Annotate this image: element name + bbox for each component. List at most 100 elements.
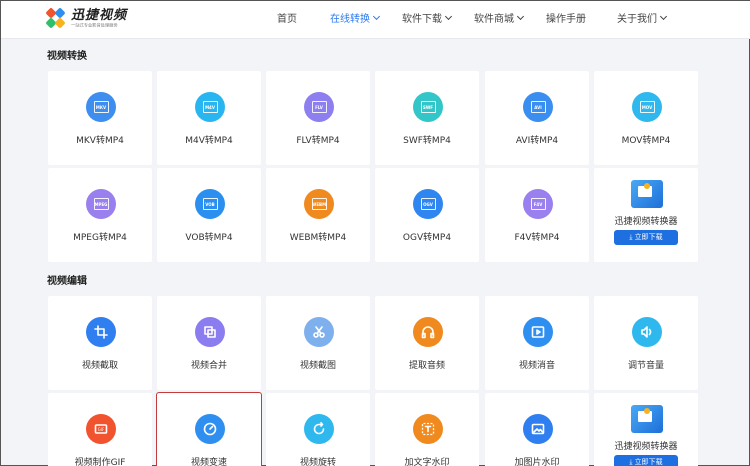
converter-app-icon [631, 180, 663, 208]
promo-title: 迅捷视频转换器 [614, 442, 678, 452]
rotate-icon [311, 421, 327, 437]
svg-text:GIF: GIF [98, 427, 105, 432]
convert-card-ogv[interactable]: OGV OGV转MP4 [375, 168, 479, 262]
format-badge: MOV [639, 101, 655, 113]
file-format-icon: VOB [195, 189, 225, 219]
convert-card-m4v[interactable]: M4V M4V转MP4 [157, 71, 261, 165]
download-now-button[interactable]: ⤓ 立即下载 [614, 230, 678, 245]
convert-card-label: WEBM转MP4 [289, 233, 347, 243]
speedometer-icon [202, 421, 218, 437]
promo-card-converter: 迅捷视频转换器 ⤓ 立即下载 [594, 393, 698, 466]
download-button-label: 立即下载 [634, 458, 663, 466]
convert-card-flv[interactable]: FLV FLV转MP4 [266, 71, 370, 165]
edit-card-label: 加图片水印 [514, 458, 560, 466]
file-format-icon: M4V [195, 92, 225, 122]
logo-mark-icon [45, 7, 66, 29]
format-badge: MPEG [93, 198, 109, 210]
convert-card-label: M4V转MP4 [185, 136, 233, 146]
section-title-convert: 视频转换 [47, 51, 87, 62]
volume-icon [639, 324, 655, 340]
edit-card-label: 视频合并 [190, 361, 227, 371]
convert-card-mpeg[interactable]: MPEG MPEG转MP4 [48, 168, 152, 262]
edit-card-scissors[interactable]: 视频截图 [266, 296, 370, 390]
edit-card-label: 加文字水印 [404, 458, 450, 466]
format-badge: FLV [311, 101, 327, 113]
edit-card-image-watermark[interactable]: 加图片水印 [485, 393, 589, 466]
convert-card-label: AVI转MP4 [515, 136, 559, 146]
nav-item-2[interactable]: 软件下载 [402, 1, 453, 39]
convert-card-avi[interactable]: AVI AVI转MP4 [485, 71, 589, 165]
convert-card-label: F4V转MP4 [514, 233, 560, 243]
edit-card-label: 视频变速 [190, 458, 227, 466]
converter-app-icon [631, 405, 663, 433]
format-badge: AVI [530, 101, 546, 113]
mute-video-icon [530, 324, 546, 340]
gif-icon: GIF [93, 421, 109, 437]
file-format-icon: MPEG [86, 189, 116, 219]
nav-item-3[interactable]: 软件商城 [474, 1, 525, 39]
nav-item-label: 在线转换 [330, 14, 370, 25]
chevron-down-icon [516, 12, 525, 21]
edit-card-headphones[interactable]: 提取音频 [375, 296, 479, 390]
edit-icon-circle [632, 317, 662, 347]
download-button-label: 立即下载 [634, 233, 663, 241]
nav-item-4[interactable]: 操作手册 [546, 1, 586, 39]
nav-item-0[interactable]: 首页 [277, 1, 297, 39]
nav-item-5[interactable]: 关于我们 [617, 1, 668, 39]
file-format-icon: SWF [413, 92, 443, 122]
convert-card-label: MPEG转MP4 [73, 233, 127, 243]
file-format-icon: AVI [523, 92, 553, 122]
convert-card-label: OGV转MP4 [402, 233, 452, 243]
edit-card-text-watermark[interactable]: 加文字水印 [375, 393, 479, 466]
edit-card-label: 视频截取 [81, 361, 118, 371]
text-watermark-icon [420, 421, 436, 437]
edit-card-merge[interactable]: 视频合并 [157, 296, 261, 390]
promo-title: 迅捷视频转换器 [614, 217, 678, 227]
file-format-icon: MOV [632, 92, 662, 122]
format-badge: MKV [93, 101, 109, 113]
edit-card-label: 视频截图 [299, 361, 336, 371]
edit-icon-circle [195, 317, 225, 347]
nav-item-label: 软件下载 [402, 14, 442, 25]
scissors-icon [311, 324, 327, 340]
top-header: 迅捷视频 一站式专业影音处理服务 首页 在线转换 软件下载 软件商城 操作手册 关于我们 [1, 1, 750, 39]
edit-icon-circle [413, 317, 443, 347]
merge-icon [202, 324, 218, 340]
convert-card-mkv[interactable]: MKV MKV转MP4 [48, 71, 152, 165]
chevron-down-icon [659, 12, 668, 21]
nav-item-label: 操作手册 [546, 14, 586, 25]
format-badge: WEBM [311, 198, 327, 210]
file-format-icon: WEBM [304, 189, 334, 219]
nav-item-label: 首页 [277, 14, 297, 25]
edit-card-gif[interactable]: GIF 视频制作GIF [48, 393, 152, 466]
convert-card-mov[interactable]: MOV MOV转MP4 [594, 71, 698, 165]
edit-card-mute-video[interactable]: 视频消音 [485, 296, 589, 390]
convert-card-f4v[interactable]: F4V F4V转MP4 [485, 168, 589, 262]
file-format-icon: FLV [304, 92, 334, 122]
edit-card-label: 调节音量 [627, 361, 664, 371]
convert-card-vob[interactable]: VOB VOB转MP4 [157, 168, 261, 262]
file-format-icon: MKV [86, 92, 116, 122]
logo[interactable]: 迅捷视频 一站式专业影音处理服务 [45, 7, 127, 29]
headphones-icon [420, 324, 436, 340]
convert-card-label: FLV转MP4 [296, 136, 340, 146]
format-badge: VOB [202, 198, 218, 210]
format-badge: F4V [530, 198, 546, 210]
convert-card-webm[interactable]: WEBM WEBM转MP4 [266, 168, 370, 262]
nav-item-label: 软件商城 [474, 14, 514, 25]
edit-card-label: 视频消音 [518, 361, 555, 371]
edit-icon-circle [523, 414, 553, 444]
edit-icon-circle [304, 317, 334, 347]
convert-card-label: MOV转MP4 [621, 136, 671, 146]
convert-card-label: SWF转MP4 [403, 136, 451, 146]
edit-card-rotate[interactable]: 视频旋转 [266, 393, 370, 466]
edit-card-crop[interactable]: 视频截取 [48, 296, 152, 390]
edit-card-speedometer[interactable]: 视频变速 [156, 392, 262, 466]
download-now-button[interactable]: ⤓ 立即下载 [614, 455, 678, 466]
convert-card-swf[interactable]: SWF SWF转MP4 [375, 71, 479, 165]
nav-item-1[interactable]: 在线转换 [330, 1, 381, 39]
chevron-down-icon [444, 12, 453, 21]
logo-subtitle: 一站式专业影音处理服务 [71, 23, 118, 29]
edit-card-volume[interactable]: 调节音量 [594, 296, 698, 390]
convert-card-label: VOB转MP4 [185, 233, 233, 243]
